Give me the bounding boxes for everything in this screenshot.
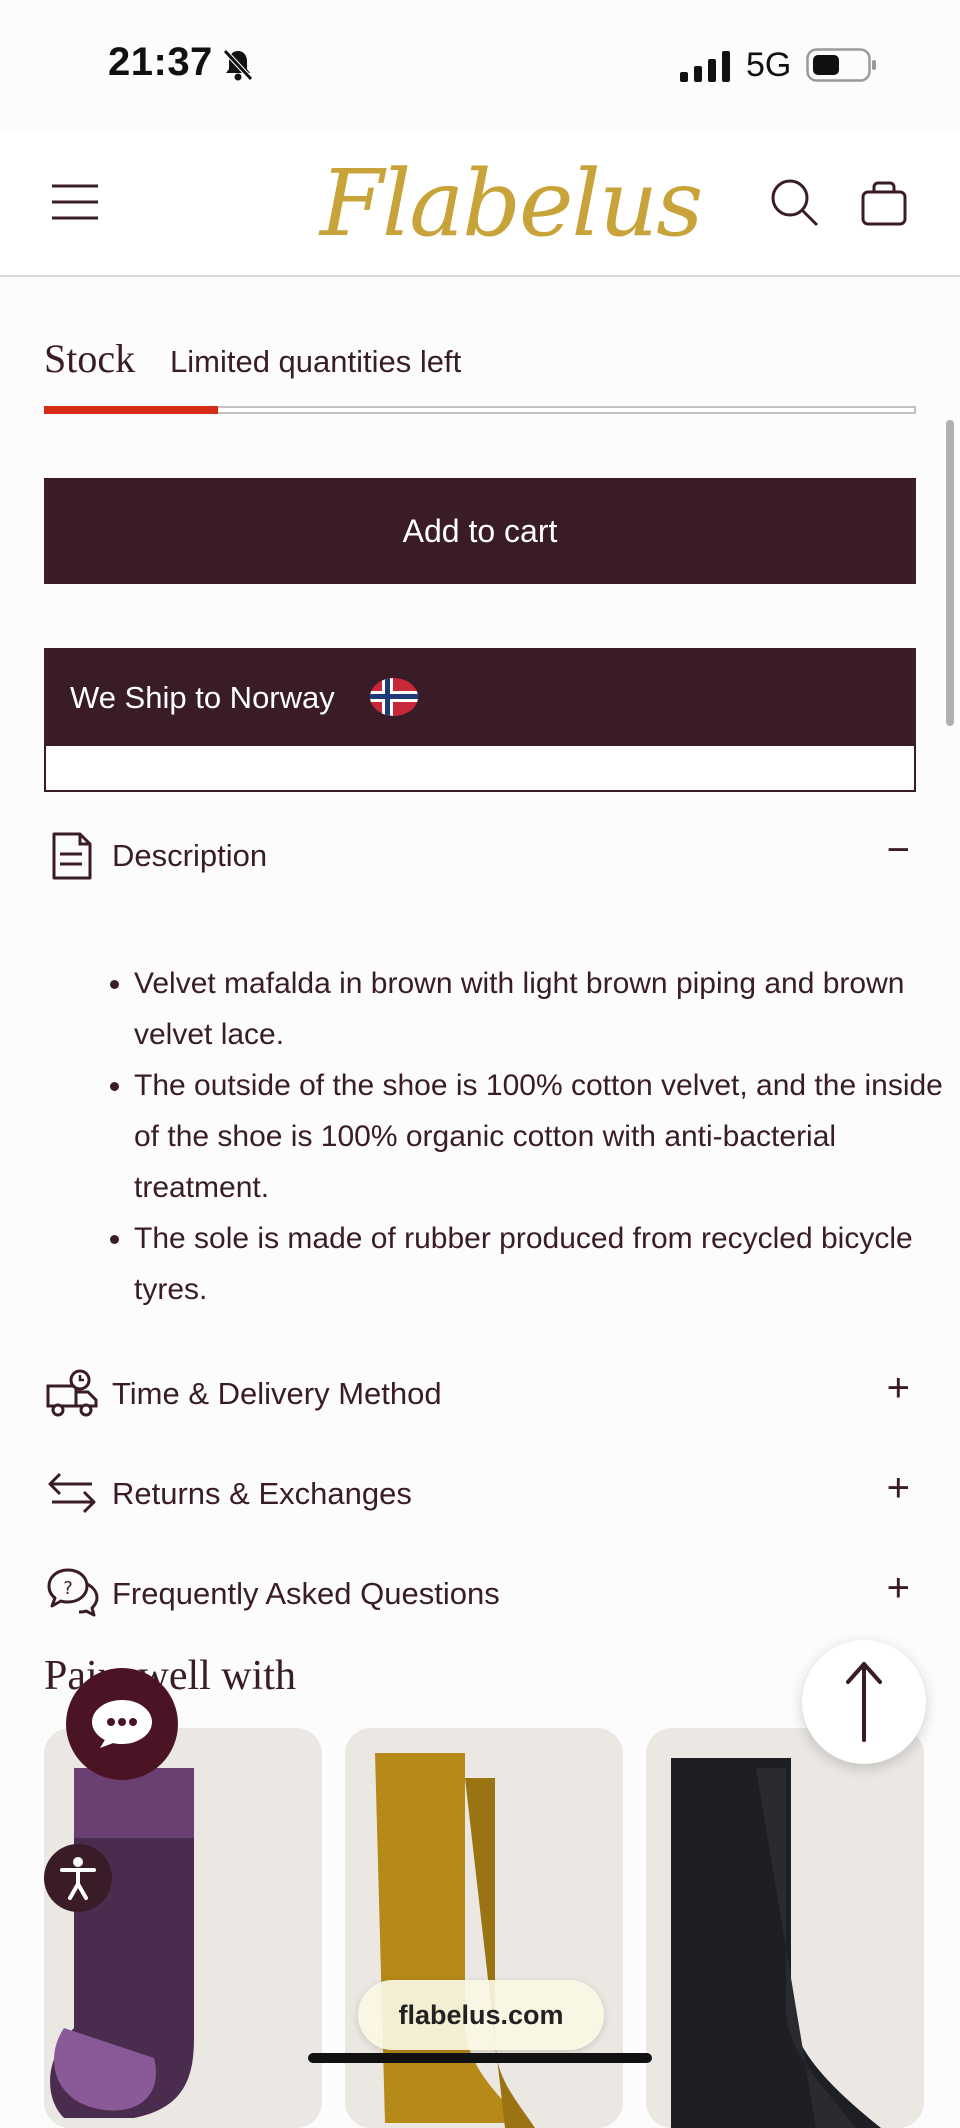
chat-icon (92, 1700, 152, 1748)
accordion-faq-title: Frequently Asked Questions (112, 1576, 500, 1611)
menu-icon[interactable] (52, 184, 98, 220)
list-item: The outside of the shoe is 100% cotton v… (134, 1060, 944, 1213)
add-to-cart-button[interactable]: Add to cart (44, 478, 916, 584)
collapse-icon[interactable]: − (887, 828, 910, 873)
product-card-black-socks[interactable] (646, 1728, 924, 2128)
signal-icon (680, 51, 730, 82)
mustard-socks-image (375, 1753, 535, 2128)
scrollbar[interactable] (946, 420, 954, 726)
browser-url-bar[interactable]: flabelus.com (358, 1980, 604, 2050)
shipping-label: We Ship to Norway (70, 680, 335, 715)
expand-icon[interactable]: + (887, 1466, 910, 1511)
purple-socks-image (50, 1768, 194, 2118)
stock-label: Stock (44, 336, 136, 381)
scroll-to-top-button[interactable] (802, 1640, 926, 1764)
question-bubble-icon: ? (47, 1568, 99, 1617)
chat-button[interactable] (66, 1668, 178, 1780)
product-card-mustard-socks[interactable] (345, 1728, 623, 2128)
home-indicator[interactable] (308, 2053, 652, 2063)
search-icon[interactable] (770, 178, 820, 228)
svg-text:?: ? (63, 1578, 73, 1599)
stock-status-text: Limited quantities left (170, 344, 462, 379)
stock-level-fill (44, 406, 218, 414)
list-item: The sole is made of rubber produced from… (134, 1213, 944, 1315)
expand-icon[interactable]: + (887, 1566, 910, 1611)
expand-icon[interactable]: + (887, 1366, 910, 1411)
accordion-description-title: Description (112, 838, 268, 873)
status-time: 21:37 (108, 40, 213, 84)
accordion-returns-title: Returns & Exchanges (112, 1476, 412, 1511)
list-item: Velvet mafalda in brown with light brown… (134, 958, 944, 1060)
battery-icon (806, 48, 876, 82)
accessibility-button[interactable] (44, 1844, 112, 1912)
bell-slash-icon (223, 49, 253, 81)
arrow-up-icon (846, 1662, 882, 1742)
brand-logo[interactable]: Flabelus (320, 150, 703, 257)
exchange-arrows-icon (48, 1472, 96, 1514)
norway-flag-icon (370, 678, 418, 716)
product-card-purple-socks[interactable] (44, 1728, 322, 2128)
description-bullet-list: Velvet mafalda in brown with light brown… (100, 958, 944, 1315)
accessibility-icon (60, 1857, 96, 1900)
document-icon (52, 832, 92, 880)
delivery-truck-icon (46, 1369, 98, 1417)
accordion-delivery-title: Time & Delivery Method (112, 1376, 442, 1411)
network-label: 5G (746, 46, 792, 84)
black-socks-image (671, 1758, 881, 2128)
bag-icon[interactable] (860, 178, 908, 226)
